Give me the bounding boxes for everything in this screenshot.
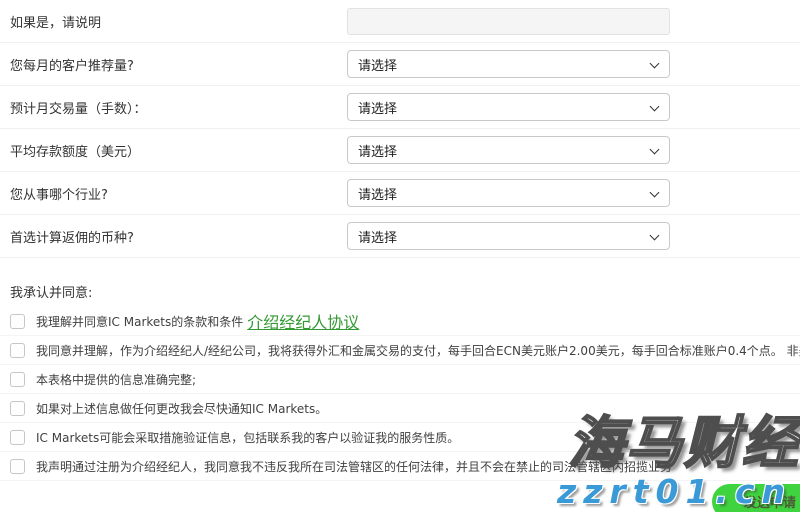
agreement-text: 我理解并同意IC Markets的条款和条件: [36, 313, 243, 330]
commission-checkbox[interactable]: [10, 343, 25, 358]
agreement-text: 如果对上述信息做任何更改我会尽快通知IC Markets。: [36, 400, 327, 417]
select-value: 请选择: [358, 98, 397, 117]
form-section: 如果是，请说明 您每月的客户推荐量? 请选择 预计月交易量（手数）： 请选择: [0, 0, 800, 258]
chevron-down-icon: [650, 188, 660, 198]
agreement-item-commission: 我同意并理解，作为介绍经纪人/经纪公司，我将获得外汇和金属交易的支付，每手回合E…: [0, 336, 800, 365]
ib-agreement-link[interactable]: 介绍经纪人协议: [247, 309, 359, 333]
chevron-down-icon: [650, 145, 660, 155]
form-row-if-yes-explain: 如果是，请说明: [0, 0, 800, 43]
monthly-referrals-select[interactable]: 请选择: [347, 50, 670, 78]
field-label: 如果是，请说明: [10, 12, 101, 31]
average-deposit-select[interactable]: 请选择: [347, 136, 670, 164]
agreement-item-terms: 我理解并同意IC Markets的条款和条件 介绍经纪人协议: [0, 307, 800, 336]
send-application-button[interactable]: 发送申请: [712, 484, 800, 512]
field-label: 预计月交易量（手数）：: [10, 98, 147, 117]
chevron-down-icon: [650, 102, 660, 112]
monthly-volume-select[interactable]: 请选择: [347, 93, 670, 121]
agreement-item-accuracy: 本表格中提供的信息准确完整;: [0, 365, 800, 394]
form-row-monthly-referrals: 您每月的客户推荐量? 请选择: [0, 43, 800, 86]
agreement-text: IC Markets可能会采取措施验证信息，包括联系我的客户以验证我的服务性质。: [36, 429, 459, 446]
agreement-text: 本表格中提供的信息准确完整;: [36, 371, 196, 388]
notify-changes-checkbox[interactable]: [10, 401, 25, 416]
agreement-section: 我承认并同意: 我理解并同意IC Markets的条款和条件 介绍经纪人协议 我…: [0, 282, 800, 481]
agreement-text: 我同意并理解，作为介绍经纪人/经纪公司，我将获得外汇和金属交易的支付，每手回合E…: [36, 342, 800, 359]
agreement-text: 我声明通过注册为介绍经纪人，我同意我不违反我所在司法管辖区的任何法律，并且不会在…: [36, 458, 672, 475]
rebate-currency-select[interactable]: 请选择: [347, 222, 670, 250]
field-label: 您每月的客户推荐量?: [10, 55, 134, 74]
form-row-monthly-volume: 预计月交易量（手数）： 请选择: [0, 86, 800, 129]
agreement-item-jurisdiction: 我声明通过注册为介绍经纪人，我同意我不违反我所在司法管辖区的任何法律，并且不会在…: [0, 452, 800, 481]
form-row-industry: 您从事哪个行业? 请选择: [0, 172, 800, 215]
form-row-rebate-currency: 首选计算返佣的币种? 请选择: [0, 215, 800, 258]
select-value: 请选择: [358, 184, 397, 203]
select-value: 请选择: [358, 227, 397, 246]
select-value: 请选择: [358, 141, 397, 160]
industry-select[interactable]: 请选择: [347, 179, 670, 207]
select-value: 请选择: [358, 55, 397, 74]
terms-checkbox[interactable]: [10, 314, 25, 329]
form-row-average-deposit: 平均存款额度（美元） 请选择: [0, 129, 800, 172]
field-label: 首选计算返佣的币种?: [10, 227, 134, 246]
jurisdiction-checkbox[interactable]: [10, 459, 25, 474]
agreement-item-notify-changes: 如果对上述信息做任何更改我会尽快通知IC Markets。: [0, 394, 800, 423]
verification-checkbox[interactable]: [10, 430, 25, 445]
agreement-heading: 我承认并同意:: [10, 282, 800, 301]
chevron-down-icon: [650, 231, 660, 241]
chevron-down-icon: [650, 59, 660, 69]
field-label: 平均存款额度（美元）: [10, 141, 140, 160]
ib-application-form-page: 如果是，请说明 您每月的客户推荐量? 请选择 预计月交易量（手数）： 请选择: [0, 0, 800, 512]
accuracy-checkbox[interactable]: [10, 372, 25, 387]
agreement-item-verification: IC Markets可能会采取措施验证信息，包括联系我的客户以验证我的服务性质。: [0, 423, 800, 452]
field-label: 您从事哪个行业?: [10, 184, 108, 203]
if-yes-explain-input[interactable]: [347, 8, 670, 35]
